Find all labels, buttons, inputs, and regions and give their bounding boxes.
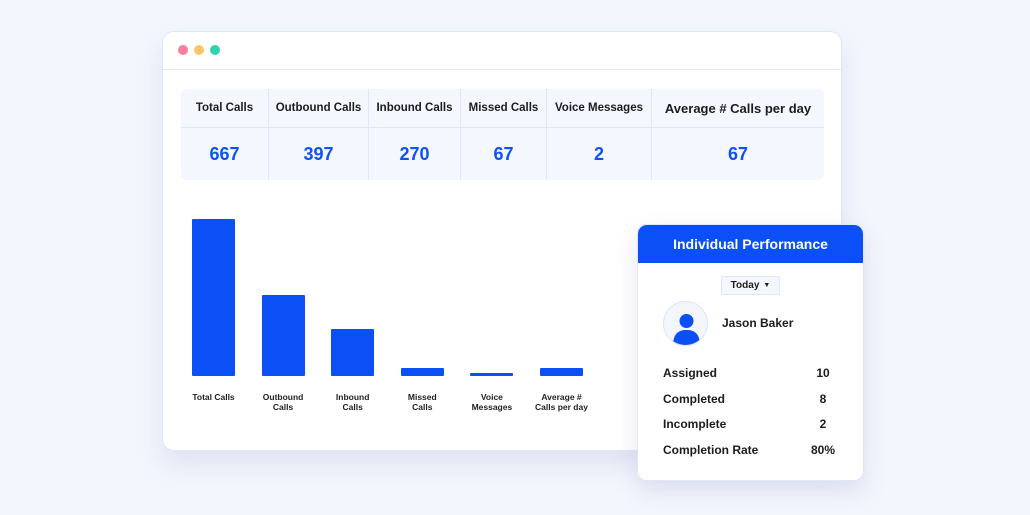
bar-label: Inbound Calls bbox=[335, 392, 370, 412]
bar-label: Missed Calls bbox=[407, 392, 437, 412]
period-selected: Today bbox=[730, 280, 760, 291]
bar-label: Voice Messages bbox=[471, 392, 513, 412]
bar-missed-calls bbox=[400, 367, 444, 376]
bar-label: Average # Calls per day bbox=[535, 392, 588, 412]
bar-total-calls bbox=[192, 219, 235, 376]
metric-label: Incomplete bbox=[663, 417, 727, 431]
bar-average-calls-per-day bbox=[540, 367, 583, 376]
metric-label: Completed bbox=[663, 392, 726, 406]
metric-row-incomplete: Incomplete 2 bbox=[663, 417, 838, 431]
period-dropdown[interactable]: Today ▼ bbox=[721, 276, 780, 295]
individual-performance-card: Individual Performance Today ▼ Jason Bak… bbox=[637, 224, 864, 481]
metric-row-completion-rate: Completion Rate 80% bbox=[663, 443, 838, 457]
person-name: Jason Baker bbox=[722, 316, 794, 330]
metric-value: 2 bbox=[819, 417, 827, 431]
caret-down-icon: ▼ bbox=[763, 282, 771, 289]
user-icon bbox=[673, 314, 700, 345]
bar-voice-messages bbox=[470, 373, 514, 376]
bar-inbound-calls bbox=[331, 328, 375, 376]
bar-outbound-calls bbox=[261, 294, 305, 376]
metric-value: 10 bbox=[816, 366, 830, 380]
metric-label: Completion Rate bbox=[663, 443, 759, 457]
metric-value: 80% bbox=[810, 443, 836, 457]
metric-row-assigned: Assigned 10 bbox=[663, 366, 838, 380]
metric-row-completed: Completed 8 bbox=[663, 392, 838, 406]
metric-value: 8 bbox=[819, 392, 827, 406]
bar-label: Total Calls bbox=[192, 392, 235, 402]
bar-label: Outbound Calls bbox=[262, 392, 304, 412]
metric-label: Assigned bbox=[663, 366, 718, 380]
avatar bbox=[663, 301, 708, 346]
performance-title: Individual Performance bbox=[638, 225, 863, 263]
